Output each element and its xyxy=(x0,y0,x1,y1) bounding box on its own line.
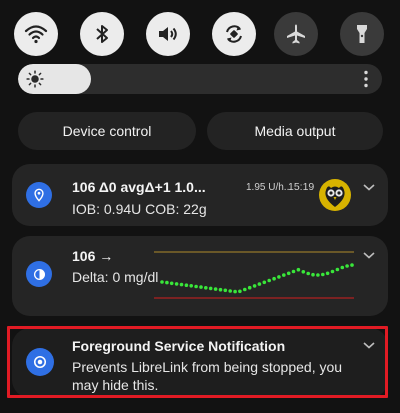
glucose-point xyxy=(169,281,174,286)
glucose-point xyxy=(243,287,247,292)
glucose-point xyxy=(262,280,267,285)
glucose-point xyxy=(252,284,257,288)
glucose-point xyxy=(174,282,179,286)
device-control-button[interactable]: Device control xyxy=(18,112,196,150)
glucose-point xyxy=(277,275,281,279)
glucose-point xyxy=(316,273,320,277)
flashlight-toggle[interactable] xyxy=(340,12,384,56)
airplane-icon xyxy=(287,24,305,44)
glucose-point xyxy=(272,276,276,281)
graph-app-icon xyxy=(26,261,52,287)
glucose-point xyxy=(340,265,345,270)
sound-toggle[interactable] xyxy=(146,12,190,56)
bluetooth-toggle[interactable] xyxy=(80,12,124,56)
wifi-toggle[interactable] xyxy=(14,12,58,56)
auto-rotate-icon xyxy=(226,25,242,43)
glucose-point xyxy=(286,271,291,276)
glucose-point xyxy=(296,267,301,272)
aaps-basal-rate: 1.95 U/h... xyxy=(246,182,293,193)
glucose-point xyxy=(208,286,213,291)
aaps-notification-detail: IOB: 0.94U COB: 22g xyxy=(72,201,207,217)
glucose-point xyxy=(311,272,315,277)
glucose-point xyxy=(321,272,325,277)
graph-notification-detail: Delta: 0 mg/dl xyxy=(72,269,159,285)
glucose-point xyxy=(160,280,164,284)
quick-settings-row xyxy=(0,12,400,58)
glucose-point xyxy=(228,289,232,293)
airplane-mode-toggle[interactable] xyxy=(274,12,318,56)
device-control-label: Device control xyxy=(62,123,152,139)
glucose-point xyxy=(345,264,349,268)
glucose-point xyxy=(330,269,335,274)
pin-icon xyxy=(34,188,44,202)
flashlight-icon xyxy=(357,25,367,43)
graph-notification-title: 106 → xyxy=(72,248,114,264)
glucose-point xyxy=(213,287,218,291)
glucose-graph-notification-card[interactable]: 106 → Delta: 0 mg/dl xyxy=(12,236,388,316)
aaps-notification-time: 15:19 xyxy=(288,181,315,193)
media-output-label: Media output xyxy=(254,123,336,139)
glucose-point xyxy=(301,270,306,274)
chevron-down-icon[interactable] xyxy=(362,182,376,192)
glucose-point xyxy=(233,289,237,294)
glucose-point xyxy=(223,288,228,293)
aaps-notification-title: 106 Δ0 avgΔ+1 1.0... xyxy=(72,179,206,195)
aaps-notification-card[interactable]: 106 Δ0 avgΔ+1 1.0... 1.95 U/h... 15:19 I… xyxy=(12,164,388,226)
glucose-point xyxy=(194,284,198,289)
glucose-point xyxy=(306,271,310,276)
brightness-slider[interactable] xyxy=(18,64,382,94)
highlight-box xyxy=(7,326,388,398)
chevron-down-icon[interactable] xyxy=(362,250,376,260)
drop-icon xyxy=(33,268,45,280)
wifi-icon xyxy=(24,25,48,44)
glucose-point xyxy=(179,282,184,287)
glucose-sparkline xyxy=(154,251,354,299)
glucose-point xyxy=(204,286,208,290)
glucose-point xyxy=(189,284,193,288)
glucose-point xyxy=(325,271,330,276)
sun-icon xyxy=(26,70,44,88)
glucose-point xyxy=(350,263,354,267)
volume-icon xyxy=(159,27,177,41)
more-options-icon[interactable] xyxy=(364,70,368,88)
glucose-point xyxy=(267,278,271,283)
glucose-point xyxy=(238,289,242,294)
aaps-app-icon xyxy=(26,182,52,208)
auto-rotate-toggle[interactable] xyxy=(212,12,256,56)
glucose-point xyxy=(199,285,203,289)
glucose-point xyxy=(335,267,340,272)
media-output-button[interactable]: Media output xyxy=(207,112,383,150)
owl-avatar-icon xyxy=(319,179,351,211)
glucose-point xyxy=(257,282,262,286)
glucose-point xyxy=(184,283,189,287)
glucose-point xyxy=(291,269,296,274)
bluetooth-icon xyxy=(96,25,108,43)
glucose-point xyxy=(282,273,286,277)
glucose-point xyxy=(247,285,252,290)
glucose-point xyxy=(218,287,223,292)
glucose-point xyxy=(165,280,169,285)
